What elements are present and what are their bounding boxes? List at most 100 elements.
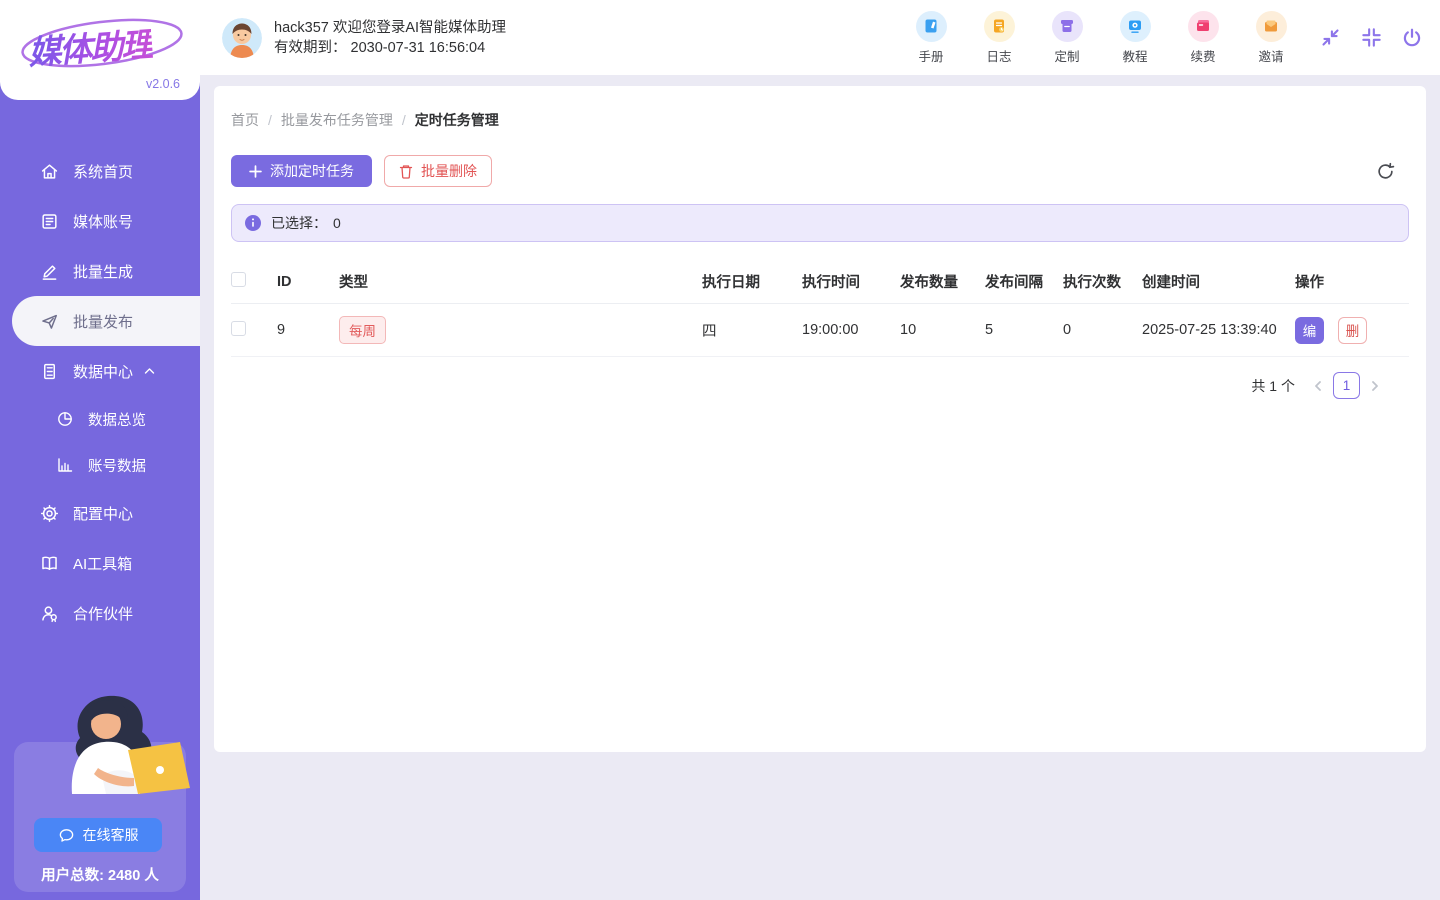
service-card: 在线客服 用户总数: 2480 人 <box>14 742 186 892</box>
add-button-label: 添加定时任务 <box>270 161 354 181</box>
app-logo: 媒体助理 <box>14 14 186 72</box>
quick-link-logs[interactable]: 日志 <box>976 11 1022 65</box>
quick-link-manual[interactable]: 手册 <box>908 11 954 65</box>
quick-link-customize[interactable]: 定制 <box>1044 11 1090 65</box>
batch-delete-label: 批量删除 <box>421 161 477 181</box>
users-total-label: 用户总数: <box>41 868 104 884</box>
send-icon <box>40 312 59 331</box>
scheduled-tasks-table: ID 类型 执行日期 执行时间 发布数量 发布间隔 执行次数 创建时间 操作 9… <box>231 260 1409 357</box>
top-header: hack357 欢迎您登录AI智能媒体助理 有效期到： 2030-07-31 1… <box>200 0 1440 75</box>
main-content: 首页 / 批量发布任务管理 / 定时任务管理 添加定时任务 批量删除 已选择：0 <box>214 86 1426 752</box>
edit-button[interactable]: 编 <box>1295 317 1324 344</box>
pagination-total: 共 1 个 <box>1251 376 1295 396</box>
table-header-row: ID 类型 执行日期 执行时间 发布数量 发布间隔 执行次数 创建时间 操作 <box>231 260 1409 304</box>
col-publish-count: 发布数量 <box>900 260 985 304</box>
window-controls <box>1318 26 1424 50</box>
select-all-checkbox[interactable] <box>231 272 246 287</box>
col-exec-count: 执行次数 <box>1063 260 1142 304</box>
sidebar-item-label: 批量生成 <box>73 261 133 282</box>
sidebar-item-label: 配置中心 <box>73 503 133 524</box>
row-checkbox[interactable] <box>231 321 246 336</box>
online-service-button[interactable]: 在线客服 <box>34 818 162 852</box>
prev-page-icon[interactable] <box>1312 380 1324 392</box>
sidebar-item-data-center[interactable]: 数据中心 <box>0 346 200 396</box>
refresh-button[interactable] <box>1376 162 1395 181</box>
breadcrumb-home[interactable]: 首页 <box>231 110 259 130</box>
collapse-icon[interactable] <box>1318 26 1342 50</box>
sidebar-item-batch-generate[interactable]: 批量生成 <box>0 246 200 296</box>
quick-link-label: 日志 <box>976 46 1022 65</box>
sidebar-item-home[interactable]: 系统首页 <box>0 146 200 196</box>
invite-icon <box>1256 11 1287 42</box>
sidebar-item-label: 批量发布 <box>73 311 133 332</box>
quick-link-tutorials[interactable]: 教程 <box>1112 11 1158 65</box>
cell-created-at: 2025-07-25 13:39:40 <box>1142 304 1295 357</box>
users-total: 用户总数: 2480 人 <box>14 864 186 885</box>
chat-bubble-icon <box>58 827 75 844</box>
validity-label: 有效期到： <box>274 40 347 56</box>
quick-link-label: 手册 <box>908 46 954 65</box>
sidebar-item-batch-publish[interactable]: 批量发布 <box>12 296 200 346</box>
chevron-up-icon <box>144 367 155 375</box>
compress-icon[interactable] <box>1359 26 1383 50</box>
power-icon[interactable] <box>1400 26 1424 50</box>
cell-publish-count: 10 <box>900 304 985 357</box>
user-info: hack357 欢迎您登录AI智能媒体助理 有效期到： 2030-07-31 1… <box>274 18 506 58</box>
sidebar-item-config-center[interactable]: 配置中心 <box>0 488 200 538</box>
home-icon <box>40 162 59 181</box>
add-scheduled-task-button[interactable]: 添加定时任务 <box>231 155 372 187</box>
sidebar-item-label: 数据总览 <box>88 409 146 430</box>
type-badge: 每周 <box>339 316 386 344</box>
logo-text: 媒体助理 <box>26 18 153 75</box>
next-page-icon[interactable] <box>1369 380 1381 392</box>
quick-links: 手册 日志 定制 教程 续费 <box>908 11 1294 65</box>
selection-alert: 已选择：0 <box>231 204 1409 242</box>
media-accounts-icon <box>40 212 59 231</box>
validity-value: 2030-07-31 16:56:04 <box>351 40 486 56</box>
avatar[interactable] <box>222 18 262 58</box>
sidebar-menu: 系统首页 媒体账号 批量生成 批量发布 数据中心 <box>0 146 200 638</box>
breadcrumb-batch-publish-tasks[interactable]: 批量发布任务管理 <box>281 110 393 130</box>
trash-icon <box>399 164 413 179</box>
sidebar-item-account-data[interactable]: 账号数据 <box>0 442 200 488</box>
plus-icon <box>249 165 262 178</box>
sidebar-item-data-overview[interactable]: 数据总览 <box>0 396 200 442</box>
sidebar: 媒体助理 v2.0.6 系统首页 媒体账号 批量生成 批量发布 <box>0 0 200 900</box>
cell-exec-date: 四 <box>702 304 802 357</box>
delete-button[interactable]: 删 <box>1338 317 1367 344</box>
app-version: v2.0.6 <box>146 77 180 91</box>
col-created-at: 创建时间 <box>1142 260 1295 304</box>
page-number-button[interactable]: 1 <box>1333 372 1360 399</box>
batch-delete-button[interactable]: 批量删除 <box>384 155 492 187</box>
refresh-icon <box>1376 162 1395 181</box>
col-id: ID <box>277 260 339 304</box>
sidebar-item-partners[interactable]: 合作伙伴 <box>0 588 200 638</box>
bar-chart-icon <box>55 456 74 475</box>
log-icon <box>984 11 1015 42</box>
sidebar-item-label: AI工具箱 <box>73 553 132 574</box>
data-center-icon <box>40 362 59 381</box>
tutorial-icon <box>1120 11 1151 42</box>
col-publish-interval: 发布间隔 <box>985 260 1063 304</box>
quick-link-invite[interactable]: 邀请 <box>1248 11 1294 65</box>
welcome-text: hack357 欢迎您登录AI智能媒体助理 <box>274 18 506 38</box>
selected-count: 0 <box>333 215 341 231</box>
quick-link-label: 邀请 <box>1248 46 1294 65</box>
sidebar-item-ai-toolbox[interactable]: AI工具箱 <box>0 538 200 588</box>
info-icon <box>245 215 261 231</box>
sidebar-item-label: 账号数据 <box>88 455 146 476</box>
quick-link-label: 定制 <box>1044 46 1090 65</box>
edit-icon <box>40 262 59 281</box>
customize-icon <box>1052 11 1083 42</box>
partner-icon <box>40 604 59 623</box>
users-total-value: 2480 人 <box>108 868 159 884</box>
quick-link-label: 教程 <box>1112 46 1158 65</box>
col-exec-date: 执行日期 <box>702 260 802 304</box>
sidebar-item-media-accounts[interactable]: 媒体账号 <box>0 196 200 246</box>
quick-link-renew[interactable]: 续费 <box>1180 11 1226 65</box>
sidebar-item-label: 合作伙伴 <box>73 603 133 624</box>
cell-exec-count: 0 <box>1063 304 1142 357</box>
logo-card: 媒体助理 v2.0.6 <box>0 0 200 100</box>
toolbar: 添加定时任务 批量删除 <box>231 155 1409 187</box>
breadcrumb: 首页 / 批量发布任务管理 / 定时任务管理 <box>231 110 1409 130</box>
